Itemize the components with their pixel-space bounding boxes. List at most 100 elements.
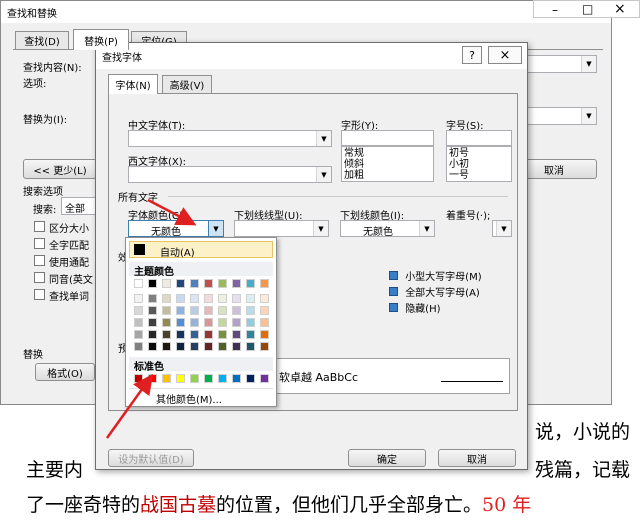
format-button[interactable]: 格式(O) — [35, 363, 95, 381]
theme-shade-swatch[interactable] — [148, 330, 157, 339]
size-option-1[interactable]: 初号 — [449, 148, 509, 159]
effect-hidden[interactable]: 隐藏(H) — [389, 300, 441, 315]
less-button[interactable]: << 更少(L) — [23, 159, 97, 179]
small-caps-checkbox[interactable] — [389, 271, 398, 280]
more-colors-option[interactable]: 其他颜色(M)... — [156, 391, 222, 406]
theme-shade-swatch[interactable] — [246, 294, 255, 303]
size-option-3[interactable]: 一号 — [449, 170, 509, 181]
theme-shade-swatch[interactable] — [218, 294, 227, 303]
tab-replace[interactable]: 替换(P) — [73, 29, 129, 50]
replace-input[interactable]: ▼ — [521, 107, 597, 125]
ok-button[interactable]: 确定 — [348, 449, 426, 467]
checkbox-whole-word[interactable] — [34, 238, 45, 249]
theme-shade-swatch[interactable] — [232, 342, 241, 351]
theme-shade-swatch[interactable] — [162, 342, 171, 351]
theme-shade-swatch[interactable] — [204, 294, 213, 303]
standard-color-swatch[interactable] — [134, 374, 143, 383]
theme-shade-swatch[interactable] — [162, 294, 171, 303]
western-font-select[interactable]: ▼ — [128, 166, 332, 183]
checkbox-wildcards[interactable] — [34, 255, 45, 266]
theme-shade-swatch[interactable] — [232, 318, 241, 327]
checkbox-match-case[interactable] — [34, 221, 45, 232]
theme-shade-swatch[interactable] — [260, 318, 269, 327]
standard-color-swatch[interactable] — [232, 374, 241, 383]
tab-font[interactable]: 字体(N) — [108, 74, 158, 94]
standard-color-swatch[interactable] — [204, 374, 213, 383]
theme-shade-swatch[interactable] — [246, 342, 255, 351]
theme-shade-swatch[interactable] — [190, 318, 199, 327]
theme-color-swatch[interactable] — [176, 279, 185, 288]
tab-advanced[interactable]: 高级(V) — [162, 75, 212, 93]
theme-shade-swatch[interactable] — [134, 330, 143, 339]
theme-shade-swatch[interactable] — [204, 306, 213, 315]
theme-color-swatch[interactable] — [204, 279, 213, 288]
chinese-font-select[interactable]: ▼ — [128, 130, 332, 147]
theme-color-swatch[interactable] — [162, 279, 171, 288]
emphasis-select[interactable]: ▼ — [492, 220, 512, 237]
font-color-dropdown-icon[interactable]: ▼ — [208, 221, 223, 236]
theme-shade-swatch[interactable] — [148, 306, 157, 315]
theme-shade-swatch[interactable] — [148, 294, 157, 303]
style-list[interactable]: 常规 倾斜 加粗 — [341, 146, 434, 182]
checkbox-sounds-like[interactable] — [34, 272, 45, 283]
theme-shade-swatch[interactable] — [176, 342, 185, 351]
effect-all-caps[interactable]: 全部大写字母(A) — [389, 284, 480, 299]
tab-find[interactable]: 查找(D) — [15, 31, 69, 49]
auto-color-option[interactable]: 自动(A) — [129, 241, 273, 259]
theme-shade-swatch[interactable] — [218, 318, 227, 327]
standard-color-swatch[interactable] — [148, 374, 157, 383]
checkbox-find-word-forms[interactable] — [34, 289, 45, 300]
theme-color-swatch[interactable] — [218, 279, 227, 288]
theme-color-swatch[interactable] — [246, 279, 255, 288]
effect-small-caps[interactable]: 小型大写字母(M) — [389, 268, 482, 283]
dialog-close-icon[interactable]: × — [488, 46, 522, 64]
theme-shade-swatch[interactable] — [246, 330, 255, 339]
maximize-icon[interactable]: □ — [582, 2, 593, 16]
standard-color-swatch[interactable] — [176, 374, 185, 383]
theme-shade-swatch[interactable] — [162, 306, 171, 315]
theme-shade-swatch[interactable] — [204, 330, 213, 339]
theme-shade-swatch[interactable] — [134, 342, 143, 351]
theme-color-swatch[interactable] — [232, 279, 241, 288]
underline-color-dropdown-icon[interactable]: ▼ — [419, 221, 434, 236]
theme-shade-swatch[interactable] — [232, 294, 241, 303]
standard-color-swatch[interactable] — [246, 374, 255, 383]
theme-shade-swatch[interactable] — [204, 342, 213, 351]
replace-dropdown-icon[interactable]: ▼ — [581, 108, 596, 124]
theme-shade-swatch[interactable] — [232, 330, 241, 339]
theme-shade-swatch[interactable] — [246, 306, 255, 315]
minimize-icon[interactable]: – — [552, 3, 558, 17]
find-input[interactable]: ▼ — [521, 55, 597, 73]
size-option-2[interactable]: 小初 — [449, 159, 509, 170]
theme-shade-swatch[interactable] — [176, 318, 185, 327]
theme-color-swatch[interactable] — [260, 279, 269, 288]
standard-color-swatch[interactable] — [260, 374, 269, 383]
window-close-icon[interactable]: × — [614, 1, 626, 17]
standard-color-swatch[interactable] — [162, 374, 171, 383]
theme-shade-swatch[interactable] — [148, 318, 157, 327]
theme-shade-swatch[interactable] — [148, 342, 157, 351]
theme-shade-swatch[interactable] — [204, 318, 213, 327]
western-font-dropdown-icon[interactable]: ▼ — [316, 167, 331, 182]
standard-color-swatch[interactable] — [218, 374, 227, 383]
theme-shade-swatch[interactable] — [260, 294, 269, 303]
standard-color-swatch[interactable] — [190, 374, 199, 383]
hidden-checkbox[interactable] — [389, 303, 398, 312]
size-input[interactable] — [446, 130, 512, 146]
emphasis-dropdown-icon[interactable]: ▼ — [496, 221, 511, 236]
underline-style-dropdown-icon[interactable]: ▼ — [313, 221, 328, 236]
set-default-button[interactable]: 设为默认值(D) — [108, 449, 194, 467]
theme-shade-swatch[interactable] — [176, 294, 185, 303]
all-caps-checkbox[interactable] — [389, 287, 398, 296]
theme-shade-swatch[interactable] — [134, 294, 143, 303]
theme-shade-swatch[interactable] — [246, 318, 255, 327]
theme-shade-swatch[interactable] — [260, 330, 269, 339]
theme-color-swatch[interactable] — [148, 279, 157, 288]
theme-shade-swatch[interactable] — [218, 306, 227, 315]
theme-shade-swatch[interactable] — [260, 342, 269, 351]
theme-shade-swatch[interactable] — [190, 306, 199, 315]
style-option-regular[interactable]: 常规 — [344, 148, 431, 159]
font-color-select[interactable]: 无颜色 ▼ — [128, 220, 224, 238]
theme-shade-swatch[interactable] — [190, 342, 199, 351]
theme-color-swatch[interactable] — [134, 279, 143, 288]
